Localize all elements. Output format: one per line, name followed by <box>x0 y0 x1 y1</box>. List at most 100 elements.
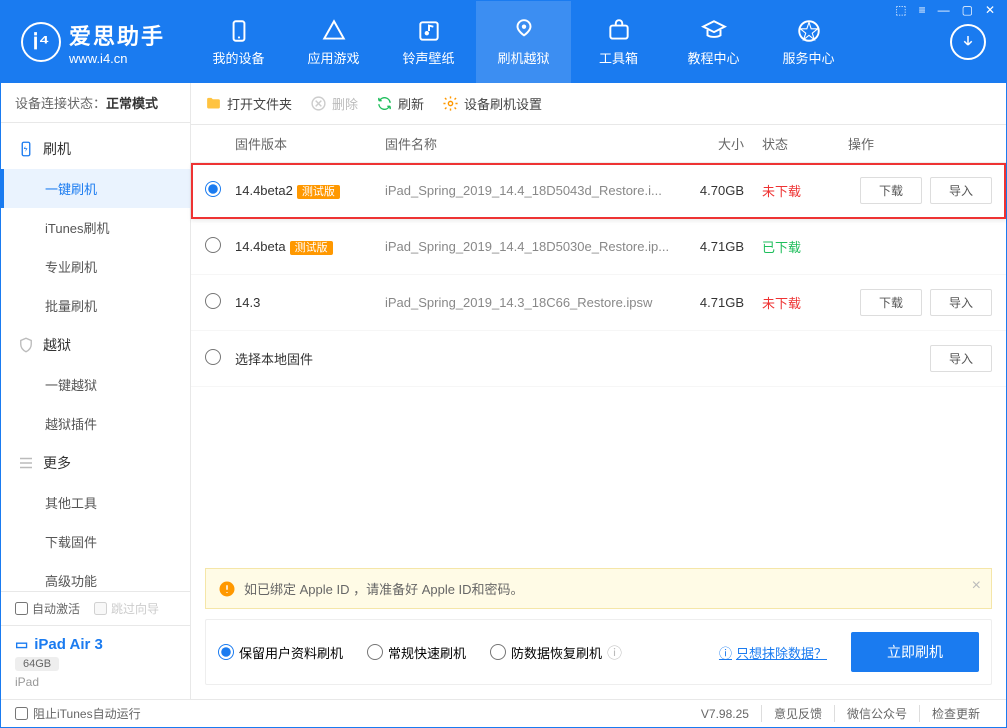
menu-icon[interactable]: ≡ <box>915 3 930 17</box>
alert-close-icon[interactable]: × <box>972 577 981 595</box>
alert-bar: 如已绑定 Apple ID ，请准备好 Apple ID和密码。 × <box>205 568 992 609</box>
import-button[interactable]: 导入 <box>930 345 992 372</box>
warning-icon <box>218 580 236 598</box>
name-cell: iPad_Spring_2019_14.4_18D5043d_Restore.i… <box>385 183 682 198</box>
import-button[interactable]: 导入 <box>930 289 992 316</box>
nav-tab-tools[interactable]: 工具箱 <box>571 1 666 83</box>
skip-guide-checkbox[interactable]: 跳过向导 <box>94 600 159 617</box>
help-icon[interactable]: ⓘ <box>607 642 622 663</box>
flash-options: 保留用户资料刷机 常规快速刷机 防数据恢复刷机 ⓘ ⓘ 只想抹除数据？ 立即刷机 <box>205 619 992 685</box>
download-button[interactable]: 下载 <box>860 177 922 204</box>
side-item[interactable]: 高级功能 <box>1 561 190 591</box>
version-cell: 14.4beta测试版 <box>235 239 385 255</box>
firmware-row[interactable]: 14.3 iPad_Spring_2019_14.3_18C66_Restore… <box>191 275 1006 331</box>
th-status: 状态 <box>762 134 832 153</box>
wechat-link[interactable]: 微信公众号 <box>834 705 919 722</box>
table-header: 固件版本 固件名称 大小 状态 操作 <box>191 125 1006 163</box>
flash-now-button[interactable]: 立即刷机 <box>851 632 979 672</box>
tutorial-icon <box>701 18 727 44</box>
th-ops: 操作 <box>832 134 992 153</box>
select-radio[interactable] <box>205 237 221 253</box>
logo-icon: ⅰ⁴ <box>21 22 61 62</box>
side-item[interactable]: 一键刷机 <box>1 169 190 208</box>
auto-activate-checkbox[interactable]: 自动激活 <box>15 600 80 617</box>
th-version: 固件版本 <box>235 134 385 153</box>
side-item[interactable]: 下载固件 <box>1 522 190 561</box>
import-button[interactable]: 导入 <box>930 177 992 204</box>
side-item[interactable]: 一键越狱 <box>1 365 190 404</box>
side-item[interactable]: 越狱插件 <box>1 404 190 443</box>
side-item[interactable]: 批量刷机 <box>1 286 190 325</box>
statusbar: 阻止iTunes自动运行 V7.98.25 意见反馈 微信公众号 检查更新 <box>1 699 1006 727</box>
window-controls: ⬚ ≡ — ▢ ✕ <box>883 0 1007 20</box>
version-label: V7.98.25 <box>689 707 761 721</box>
side-group-more[interactable]: 更多 <box>1 443 190 483</box>
folder-icon <box>205 95 222 112</box>
device-capacity: 64GB <box>15 657 59 671</box>
maximize-icon[interactable]: ▢ <box>958 3 977 17</box>
main-panel: 打开文件夹 删除 刷新 设备刷机设置 固件版本 固件名称 大小 状态 操作 <box>191 83 1006 699</box>
select-radio[interactable] <box>205 181 221 197</box>
close-icon[interactable]: ✕ <box>981 3 999 17</box>
minimize-icon[interactable]: — <box>934 3 954 17</box>
check-update-link[interactable]: 检查更新 <box>919 705 992 722</box>
device-type: iPad <box>15 675 176 689</box>
side-group-flash[interactable]: 刷机 <box>1 129 190 169</box>
firmware-row[interactable]: 14.4beta2测试版 iPad_Spring_2019_14.4_18D50… <box>191 163 1006 219</box>
nav-tab-device[interactable]: 我的设备 <box>191 1 286 83</box>
version-cell: 14.3 <box>235 295 385 310</box>
media-icon <box>416 18 442 44</box>
delete-button: 删除 <box>310 94 358 113</box>
select-radio[interactable] <box>205 349 221 365</box>
erase-link[interactable]: ⓘ 只想抹除数据？ <box>719 643 827 662</box>
toolbar: 打开文件夹 删除 刷新 设备刷机设置 <box>191 83 1006 125</box>
open-folder-button[interactable]: 打开文件夹 <box>205 94 292 113</box>
status-cell: 已下载 <box>762 237 832 256</box>
device-info[interactable]: iPad Air 3 64GB iPad <box>1 625 190 699</box>
settings-button[interactable]: 设备刷机设置 <box>442 94 542 113</box>
opt-keep-data[interactable]: 保留用户资料刷机 <box>218 643 343 662</box>
name-cell: iPad_Spring_2019_14.3_18C66_Restore.ipsw <box>385 295 682 310</box>
app-title: 爱思助手 <box>69 19 165 51</box>
nav-tab-apps[interactable]: 应用游戏 <box>286 1 381 83</box>
download-circle-icon[interactable] <box>950 24 986 60</box>
gear-icon <box>442 95 459 112</box>
side-item[interactable]: 其他工具 <box>1 483 190 522</box>
flash-icon <box>17 140 35 158</box>
beta-badge: 测试版 <box>297 185 340 199</box>
delete-icon <box>310 95 327 112</box>
nav-tab-service[interactable]: 服务中心 <box>761 1 856 83</box>
nav-tab-tutorial[interactable]: 教程中心 <box>666 1 761 83</box>
refresh-icon <box>376 95 393 112</box>
status-cell: 未下载 <box>762 293 832 312</box>
side-item[interactable]: iTunes刷机 <box>1 208 190 247</box>
version-cell: 选择本地固件 <box>235 349 385 368</box>
device-name: iPad Air 3 <box>15 636 176 653</box>
firmware-row[interactable]: 选择本地固件 导入 <box>191 331 1006 387</box>
app-subtitle: www.i4.cn <box>69 51 165 66</box>
more-icon <box>17 454 35 472</box>
side-group-shield[interactable]: 越狱 <box>1 325 190 365</box>
tools-icon <box>606 18 632 44</box>
size-cell: 4.71GB <box>682 295 762 310</box>
connection-status: 设备连接状态：正常模式 <box>1 83 190 123</box>
version-cell: 14.4beta2测试版 <box>235 183 385 199</box>
th-size: 大小 <box>682 134 762 153</box>
feedback-link[interactable]: 意见反馈 <box>761 705 834 722</box>
nav-tab-media[interactable]: 铃声壁纸 <box>381 1 476 83</box>
opt-normal[interactable]: 常规快速刷机 <box>367 643 466 662</box>
opt-antirecover[interactable]: 防数据恢复刷机 ⓘ <box>490 642 622 663</box>
nav-tab-flash[interactable]: 刷机越狱 <box>476 1 571 83</box>
select-radio[interactable] <box>205 293 221 309</box>
refresh-button[interactable]: 刷新 <box>376 94 424 113</box>
shield-icon <box>17 336 35 354</box>
block-itunes-checkbox[interactable]: 阻止iTunes自动运行 <box>15 705 141 722</box>
th-name: 固件名称 <box>385 134 682 153</box>
status-cell: 未下载 <box>762 181 832 200</box>
tshirt-icon[interactable]: ⬚ <box>891 3 910 17</box>
download-button[interactable]: 下载 <box>860 289 922 316</box>
flash-icon <box>511 18 537 44</box>
side-item[interactable]: 专业刷机 <box>1 247 190 286</box>
beta-badge: 测试版 <box>290 241 333 255</box>
firmware-row[interactable]: 14.4beta测试版 iPad_Spring_2019_14.4_18D503… <box>191 219 1006 275</box>
